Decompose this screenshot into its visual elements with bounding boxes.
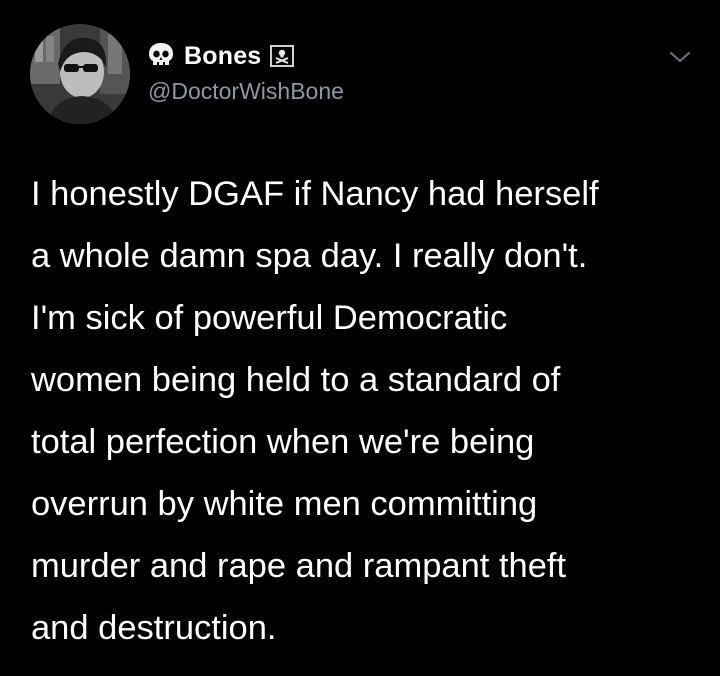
tweet-paragraph-2: I'm sick of powerful Democratic women be… <box>31 287 691 659</box>
tweet-paragraph-1: I honestly DGAF if Nancy had herself a w… <box>31 163 691 287</box>
avatar-photo <box>30 24 130 124</box>
avatar[interactable] <box>30 24 130 124</box>
author-handle[interactable]: @DoctorWishBone <box>148 78 344 105</box>
skull-icon <box>148 42 174 70</box>
pirate-flag-icon <box>270 45 295 67</box>
tweet-line: and destruction. <box>31 609 277 647</box>
tweet-line: a whole damn spa day. I really don't. <box>31 237 588 275</box>
chevron-down-icon[interactable] <box>666 46 694 68</box>
tweet-line: I'm sick of powerful Democratic <box>31 299 508 337</box>
author-name-row[interactable]: Bones <box>148 38 295 74</box>
tweet-line: murder and rape and rampant theft <box>31 547 567 585</box>
tweet-card: Bones @DoctorWishBone I honestly DGAF if… <box>0 0 720 676</box>
tweet-line: I honestly DGAF if Nancy had herself <box>31 175 599 213</box>
display-name: Bones <box>184 41 262 70</box>
tweet-line: total perfection when we're being <box>31 423 535 461</box>
tweet-line: women being held to a standard of <box>31 361 561 399</box>
tweet-line: overrun by white men committing <box>31 485 538 523</box>
tweet-text: I honestly DGAF if Nancy had herself a w… <box>31 163 691 659</box>
